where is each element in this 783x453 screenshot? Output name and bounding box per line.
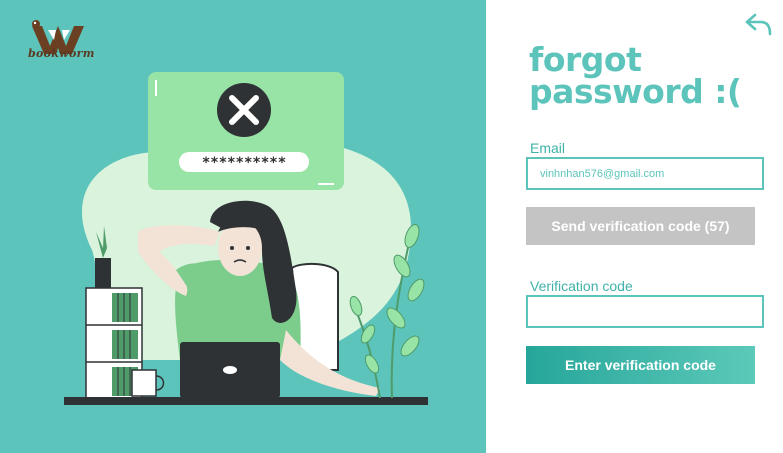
desk <box>64 397 428 405</box>
email-field[interactable] <box>526 157 764 190</box>
hero-panel: ********** bookworm <box>0 0 486 453</box>
form-panel: forgot password :( Email Send verificati… <box>486 0 783 453</box>
verification-code-field[interactable] <box>526 295 764 328</box>
back-arrow-icon[interactable] <box>744 12 772 38</box>
brand-name: bookworm <box>28 47 95 60</box>
enter-verification-code-button[interactable]: Enter verification code <box>526 346 755 384</box>
plant-pot <box>95 258 111 288</box>
mug <box>131 369 157 397</box>
title-line-2: password :( <box>529 72 742 111</box>
verification-code-label: Verification code <box>530 278 633 294</box>
page-title: forgot password :( <box>529 43 742 111</box>
forgot-password-illustration: ********** <box>64 72 428 405</box>
send-verification-code-button[interactable]: Send verification code (57) <box>526 207 755 245</box>
password-mask: ********** <box>202 155 286 171</box>
email-label: Email <box>530 140 566 156</box>
